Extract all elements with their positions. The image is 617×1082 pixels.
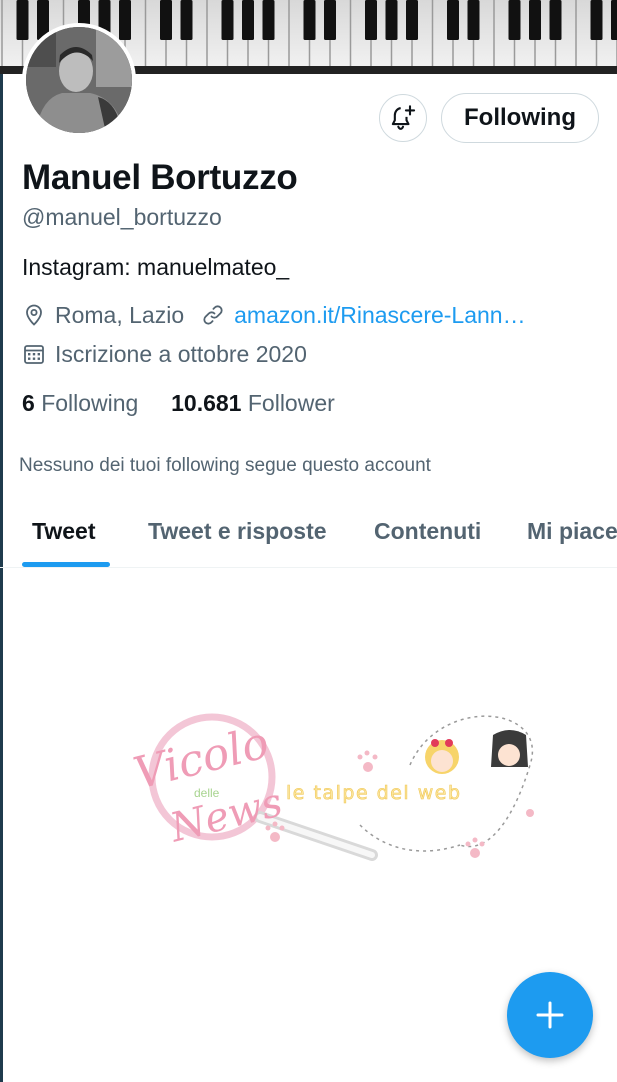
tab-tweet[interactable]: Tweet <box>32 518 95 545</box>
tab-mi-piace[interactable]: Mi piace <box>527 518 617 545</box>
calendar-icon <box>22 342 46 366</box>
profile-stats: 6 Following 10.681 Follower <box>22 390 335 417</box>
following-stat-label: Following <box>41 390 139 416</box>
avatar-photo <box>26 27 132 133</box>
mutual-followers-note: Nessuno dei tuoi following segue questo … <box>19 455 431 476</box>
notifications-button[interactable] <box>379 94 427 142</box>
plus-icon <box>536 1001 564 1029</box>
profile-meta-row: Roma, Lazio amazon.it/Rinascere-Lann… <box>22 300 526 330</box>
location-pin-icon <box>22 303 46 327</box>
watermark: Vicolo delle News le talpe del web <box>110 705 550 875</box>
tab-contenuti[interactable]: Contenuti <box>374 518 481 545</box>
profile-handle: @manuel_bortuzzo <box>22 204 222 230</box>
profile-name: Manuel Bortuzzo <box>22 158 298 197</box>
active-tab-indicator <box>22 562 110 567</box>
following-button[interactable]: Following <box>441 93 599 143</box>
watermark-logo: Vicolo delle News le talpe del web <box>129 713 534 861</box>
profile-location: Roma, Lazio <box>55 301 185 328</box>
watermark-tagline: le talpe del web <box>286 782 462 804</box>
profile-website-link[interactable]: amazon.it/Rinascere-Lann… <box>234 302 525 329</box>
followers-stat[interactable]: 10.681 Follower <box>171 390 335 416</box>
link-icon <box>201 303 225 327</box>
profile-bio: Instagram: manuelmateo_ <box>22 254 290 280</box>
bell-plus-icon <box>391 105 416 130</box>
avatar[interactable] <box>22 23 136 137</box>
profile-joined-row: Iscrizione a ottobre 2020 <box>22 339 307 369</box>
profile-tabs: Tweet Tweet e risposte Contenuti Mi piac… <box>0 500 617 568</box>
following-stat[interactable]: 6 Following <box>22 390 138 416</box>
profile-joined-date: Iscrizione a ottobre 2020 <box>55 340 307 367</box>
watermark-logo-text-3: News <box>165 779 287 851</box>
compose-tweet-button[interactable] <box>507 972 593 1058</box>
following-count: 6 <box>22 390 35 416</box>
followers-count: 10.681 <box>171 390 242 416</box>
followers-stat-label: Follower <box>247 390 335 416</box>
tab-tweet-e-risposte[interactable]: Tweet e risposte <box>148 518 327 545</box>
